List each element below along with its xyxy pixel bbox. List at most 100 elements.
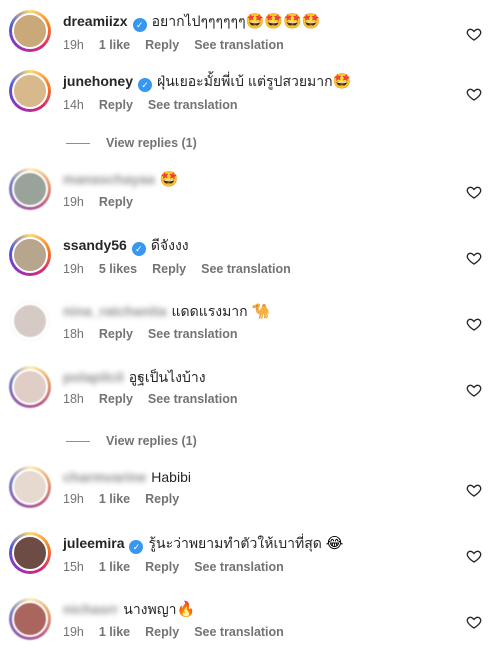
like-heart-icon[interactable] [466, 250, 482, 266]
like-heart-icon[interactable] [466, 382, 482, 398]
comment-emoji: 🐪 [251, 303, 271, 320]
comment-likes[interactable]: 1 like [99, 492, 130, 506]
avatar[interactable] [12, 601, 48, 637]
see-translation-button[interactable]: See translation [194, 560, 284, 574]
reply-button[interactable]: Reply [152, 262, 186, 276]
comment-emoji: 🤩 [332, 73, 352, 90]
comment-username[interactable]: charmvarine [63, 469, 146, 485]
comment-emoji: 🤩🤩🤩🤩 [245, 13, 321, 30]
comment-item: polapilcil อูฐเป็นไงบ้าง 18h Reply See tran… [0, 366, 492, 426]
comment-item: nina_ratchanita แดดแรงมาก 🐪 18h Reply See t… [0, 300, 492, 360]
see-translation-button[interactable]: See translation [148, 392, 238, 406]
see-translation-button[interactable]: See translation [148, 327, 238, 341]
see-translation-button[interactable]: See translation [201, 262, 291, 276]
verified-badge-icon: ✓ [132, 18, 147, 32]
avatar[interactable] [12, 13, 48, 49]
avatar-story-ring[interactable] [9, 70, 51, 112]
comment-item: ssandy56 ✓ ดีจังงง 19h 5 likes Reply See tran… [0, 234, 492, 294]
avatar[interactable] [12, 171, 48, 207]
comment-username[interactable]: ssandy56 [63, 237, 127, 253]
comment-text: อยากไปๆๆๆๆๆๆ [151, 13, 246, 29]
divider [66, 143, 90, 145]
verified-badge-icon: ✓ [131, 242, 146, 256]
avatar[interactable] [12, 535, 48, 571]
avatar[interactable] [12, 303, 48, 339]
avatar[interactable] [12, 369, 48, 405]
reply-button[interactable]: Reply [99, 98, 133, 112]
verified-badge-icon: ✓ [138, 78, 153, 92]
like-heart-icon[interactable] [466, 548, 482, 564]
avatar[interactable] [12, 73, 48, 109]
avatar-story-ring[interactable] [9, 532, 51, 574]
comment-item: junehoney ✓ ฝุ่นเยอะมั้ยพี่เบ้ แต่รูปสวยมา… [0, 70, 492, 130]
comment-text: รู้นะว่าพยามทำตัวให้เบาที่สุด [148, 535, 322, 551]
comment-time: 19h [63, 625, 84, 639]
avatar-story-ring[interactable] [9, 598, 51, 640]
view-replies-label[interactable]: View replies (1) [106, 136, 197, 150]
comment-time: 18h [63, 392, 84, 406]
avatar-story-ring[interactable] [9, 300, 51, 342]
reply-button[interactable]: Reply [145, 560, 179, 574]
comment-emoji: 🔥 [176, 601, 196, 618]
comment-emoji: 🤩 [159, 171, 179, 188]
view-replies-button[interactable]: View replies (1) [66, 434, 366, 454]
reply-button[interactable]: Reply [99, 195, 133, 209]
avatar-story-ring[interactable] [9, 10, 51, 52]
reply-button[interactable]: Reply [99, 327, 133, 341]
view-replies-label[interactable]: View replies (1) [106, 434, 197, 448]
comment-list: dreamiizx ✓ อยากไปๆๆๆๆๆๆ🤩🤩🤩🤩 19h 1 like Repl… [0, 0, 492, 666]
comment-time: 15h [63, 560, 84, 574]
comment-text: นางพญา [123, 601, 177, 617]
reply-button[interactable]: Reply [145, 38, 179, 52]
comment-text: ดีจังงง [150, 237, 189, 253]
comment-text: Habibi [151, 469, 191, 485]
like-heart-icon[interactable] [466, 482, 482, 498]
comment-username[interactable]: polapilcil [63, 369, 124, 385]
avatar[interactable] [12, 237, 48, 273]
like-heart-icon[interactable] [466, 184, 482, 200]
comment-time: 19h [63, 38, 84, 52]
comment-time: 19h [63, 262, 84, 276]
avatar-story-ring[interactable] [9, 366, 51, 408]
comment-username[interactable]: nina_ratchanita [63, 303, 166, 319]
reply-button[interactable]: Reply [145, 625, 179, 639]
comment-time: 19h [63, 492, 84, 506]
comment-username[interactable]: juleemira [63, 535, 124, 551]
comment-text: อูฐเป็นไงบ้าง [128, 369, 206, 385]
avatar-story-ring[interactable] [9, 466, 51, 508]
comment-username[interactable]: dreamiizx [63, 13, 128, 29]
like-heart-icon[interactable] [466, 614, 482, 630]
see-translation-button[interactable]: See translation [194, 38, 284, 52]
comment-item: manaschayaa 🤩 19h Reply [0, 168, 492, 228]
view-replies-button[interactable]: View replies (1) [66, 136, 366, 156]
like-heart-icon[interactable] [466, 316, 482, 332]
comment-likes[interactable]: 1 like [99, 625, 130, 639]
divider [66, 441, 90, 443]
comment-text: แดดแรงมาก [171, 303, 248, 319]
comment-likes[interactable]: 1 like [99, 560, 130, 574]
comment-likes[interactable]: 5 likes [99, 262, 137, 276]
see-translation-button[interactable]: See translation [148, 98, 238, 112]
comment-likes[interactable]: 1 like [99, 38, 130, 52]
comment-emoji: 😂 [325, 535, 344, 552]
reply-button[interactable]: Reply [145, 492, 179, 506]
verified-badge-icon: ✓ [129, 540, 144, 554]
like-heart-icon[interactable] [466, 86, 482, 102]
avatar-story-ring[interactable] [9, 234, 51, 276]
avatar-story-ring[interactable] [9, 168, 51, 210]
comment-time: 19h [63, 195, 84, 209]
comment-time: 14h [63, 98, 84, 112]
comment-time: 18h [63, 327, 84, 341]
comment-text: ฝุ่นเยอะมั้ยพี่เบ้ แต่รูปสวยมาก [157, 73, 333, 89]
see-translation-button[interactable]: See translation [194, 625, 284, 639]
comment-username[interactable]: junehoney [63, 73, 133, 89]
reply-button[interactable]: Reply [99, 392, 133, 406]
comment-item: charmvarine Habibi 19h 1 like Reply [0, 466, 492, 526]
comment-item: dreamiizx ✓ อยากไปๆๆๆๆๆๆ🤩🤩🤩🤩 19h 1 like Repl… [0, 10, 492, 70]
comment-username[interactable]: manaschayaa [63, 171, 155, 187]
like-heart-icon[interactable] [466, 26, 482, 42]
comment-item: juleemira ✓ รู้นะว่าพยามทำตัวให้เบาที่สุด … [0, 532, 492, 592]
comment-username[interactable]: nichasrr [63, 601, 118, 617]
avatar[interactable] [12, 469, 48, 505]
comment-item: nichasrr นางพญา🔥 19h 1 like Reply See transl… [0, 598, 492, 658]
